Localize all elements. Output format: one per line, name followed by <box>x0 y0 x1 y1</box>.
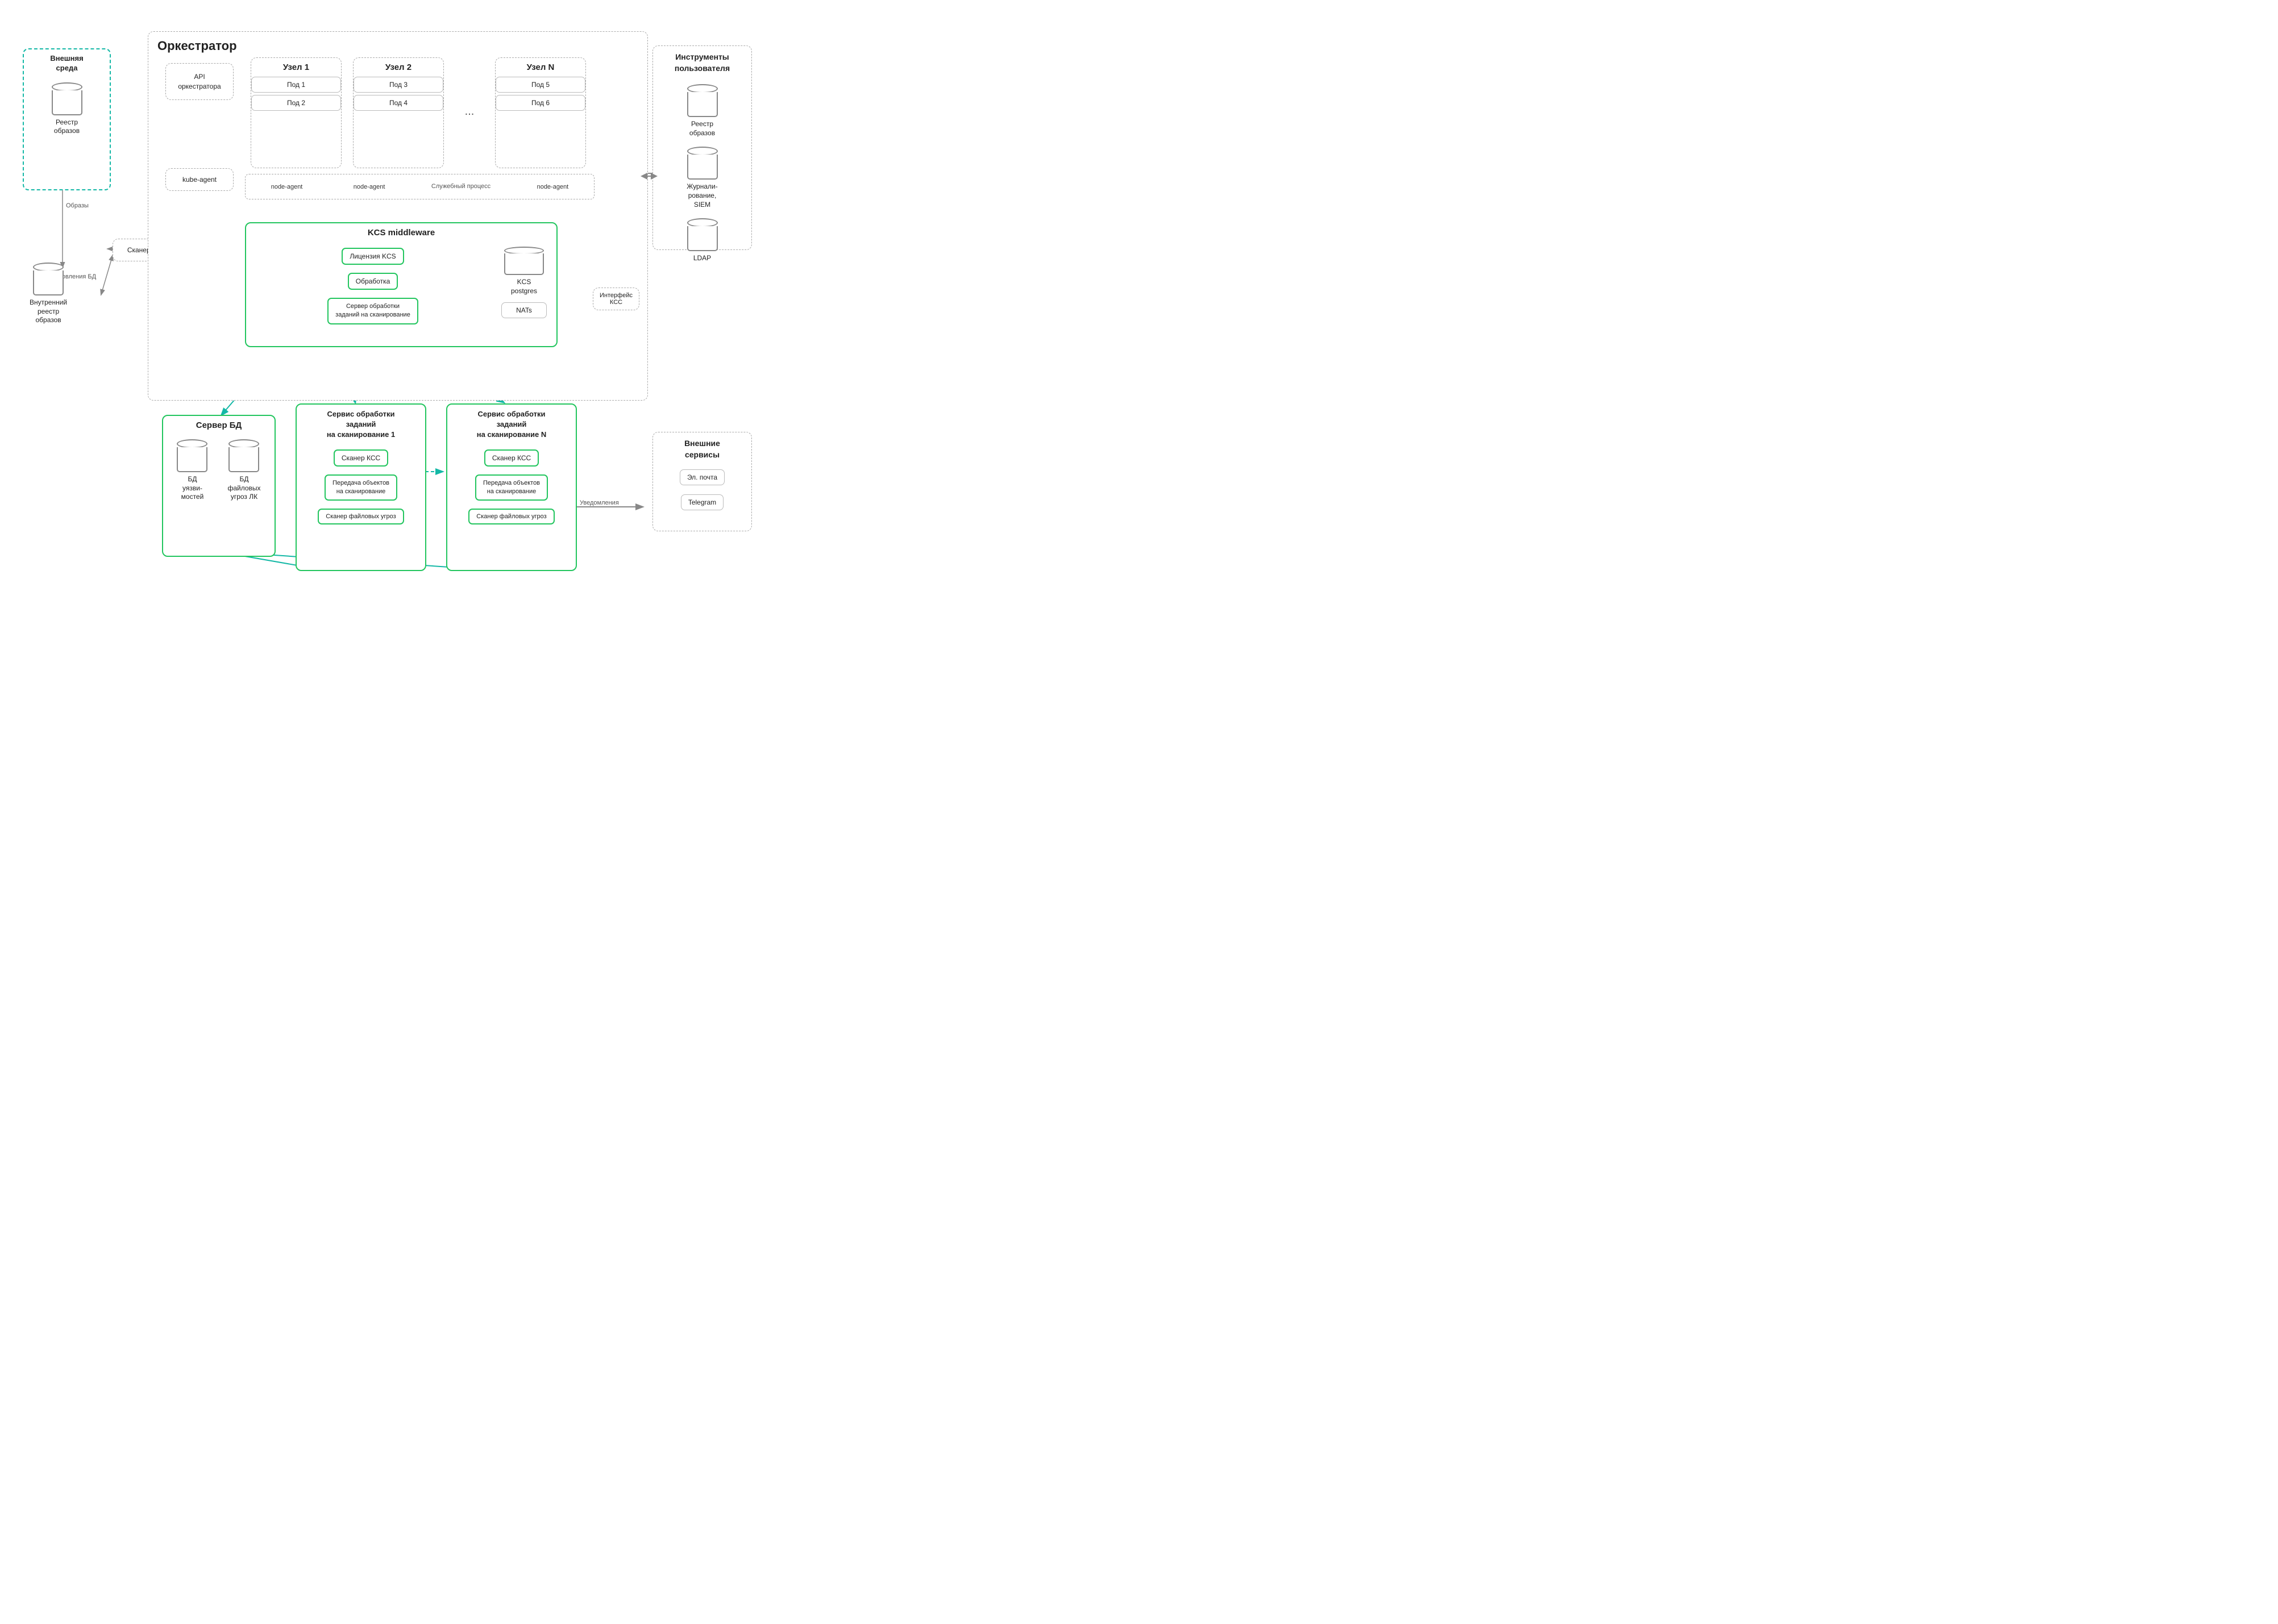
external-env-box: Внешняясреда Реестробразов <box>23 48 111 190</box>
telegram-label: Telegram <box>688 498 716 506</box>
bd-vulnerabilities-label: БДуязви-мостей <box>181 475 204 502</box>
external-env-title: Внешняясреда <box>24 49 110 76</box>
scan1-kcs-label: Сканер КСС <box>342 454 380 462</box>
internal-registry-cylinder: Внутреннийреестробразов <box>30 261 67 325</box>
scanN-kcs-label: Сканер КСС <box>492 454 531 462</box>
service-process-label: Служебный процесс <box>431 182 490 190</box>
email-box: Эл. почта <box>680 469 725 485</box>
api-orchestrator-box: APIоркестратора <box>165 63 234 100</box>
images-label: Образы <box>66 202 89 209</box>
kcs-middleware-box: KCS middleware Лицензия KCS Обработка Се… <box>245 222 558 347</box>
scan-service-n-box: Сервис обработкизаданийна сканирование N… <box>446 403 577 571</box>
scan-service-1-box: Сервис обработкизаданийна сканирование 1… <box>296 403 426 571</box>
scanN-kcs-scanner: Сканер КСС <box>484 449 539 467</box>
license-kcs-label: Лицензия KCS <box>350 252 396 260</box>
nodeN-box: Узел N Под 5 Под 6 <box>495 57 586 168</box>
kcs-postgres-cylinder: KCSpostgres <box>504 245 544 295</box>
scan1-transfer: Передача объектовна сканирование <box>325 474 397 501</box>
node2-title: Узел 2 <box>354 58 443 74</box>
pod6-label: Под 6 <box>531 99 550 107</box>
tools-logging-label: Журнали-рование,SIEM <box>687 182 718 209</box>
pod4-box: Под 4 <box>354 95 443 111</box>
user-tools-title: Инструментыпользователя <box>653 46 751 77</box>
scanN-transfer: Передача объектовна сканирование <box>475 474 548 501</box>
tools-registry: Реестробразов <box>687 83 718 138</box>
diagram-root: Образы Обновления БД Rest API Rest API R… <box>17 17 779 563</box>
nats-box: NATs <box>501 302 547 318</box>
pod5-box: Под 5 <box>496 77 585 93</box>
bd-file-threats-cylinder: БДфайловыхугроз ЛК <box>227 438 260 502</box>
license-kcs-box: Лицензия KCS <box>342 248 404 265</box>
tools-ldap: LDAP <box>687 217 718 263</box>
user-tools-arrow <box>641 170 658 182</box>
kcs-middleware-title: KCS middleware <box>246 223 556 240</box>
tools-registry-label: Реестробразов <box>689 120 715 138</box>
bidirectional-arrow-svg <box>641 170 658 182</box>
kube-agent-box: kube-agent <box>165 168 234 191</box>
telegram-box: Telegram <box>681 494 724 510</box>
scanN-file-scanner: Сканер файловых угроз <box>468 509 554 524</box>
kcs-postgres-label: KCSpostgres <box>511 278 537 295</box>
email-label: Эл. почта <box>687 473 717 481</box>
kube-agent-label: kube-agent <box>182 176 217 184</box>
scanN-file-scanner-label: Сканер файловых угроз <box>476 513 546 520</box>
scan1-transfer-label: Передача объектовна сканирование <box>332 480 389 495</box>
node1-box: Узел 1 Под 1 Под 2 <box>251 57 342 168</box>
node-agent-3-label: node-agent <box>533 184 573 190</box>
api-orchestrator-label: APIоркестратора <box>178 72 221 91</box>
external-registry-label: Реестробразов <box>54 118 80 136</box>
node2-box: Узел 2 Под 3 Под 4 <box>353 57 444 168</box>
scan-task-server-box: Сервер обработкизаданий на сканирование <box>327 298 418 324</box>
pod6-box: Под 6 <box>496 95 585 111</box>
user-tools-box: Инструментыпользователя Реестробразов Жу… <box>652 45 752 250</box>
external-services-title: Внешниесервисы <box>653 432 751 463</box>
scanN-transfer-label: Передача объектовна сканирование <box>483 480 540 495</box>
nodeN-title: Узел N <box>496 58 585 74</box>
scan-service-n-title: Сервис обработкизаданийна сканирование N <box>447 405 576 443</box>
dots: ... <box>455 94 484 128</box>
orchestrator-title: Оркестратор <box>148 32 647 57</box>
node-agents-row: node-agent node-agent Служебный процесс … <box>245 174 595 199</box>
node-agent-2-label: node-agent <box>349 184 390 190</box>
pod5-label: Под 5 <box>531 81 550 89</box>
node-agent-1-label: node-agent <box>267 184 307 190</box>
pod3-label: Под 3 <box>389 81 408 89</box>
scan1-file-scanner-label: Сканер файловых угроз <box>326 513 396 520</box>
processing-box: Обработка <box>348 273 398 290</box>
internal-registry-label: Внутреннийреестробразов <box>30 298 67 325</box>
scan-task-server-label: Сервер обработкизаданий на сканирование <box>335 303 410 318</box>
processing-label: Обработка <box>356 277 390 285</box>
scan1-file-scanner: Сканер файловых угроз <box>318 509 404 524</box>
bd-file-threats-label: БДфайловыхугроз ЛК <box>227 475 260 502</box>
bd-vulnerabilities-cylinder: БДуязви-мостей <box>177 438 207 502</box>
server-bd-box: Сервер БД БДуязви-мостей БДфайловыхугроз… <box>162 415 276 557</box>
pod3-box: Под 3 <box>354 77 443 93</box>
tools-registry-cylinder: Реестробразов <box>687 83 718 138</box>
external-services-box: Внешниесервисы Эл. почта Telegram <box>652 432 752 531</box>
pod1-label: Под 1 <box>287 81 305 89</box>
kcs-interface-box: Интерфейс КСС <box>593 288 639 310</box>
tools-ldap-label: LDAP <box>693 254 711 263</box>
server-bd-title: Сервер БД <box>163 416 275 432</box>
tools-ldap-cylinder: LDAP <box>687 217 718 263</box>
pod1-box: Под 1 <box>251 77 341 93</box>
orchestrator-box: Оркестратор APIоркестратора kube-agent У… <box>148 31 648 401</box>
node1-title: Узел 1 <box>251 58 341 74</box>
internal-registry-container: Внутреннийреестробразов <box>30 261 67 325</box>
nats-label: NATs <box>516 306 532 314</box>
scan-service-1-title: Сервис обработкизаданийна сканирование 1 <box>297 405 425 443</box>
tools-logging: Журнали-рование,SIEM <box>687 145 718 209</box>
pod2-box: Под 2 <box>251 95 341 111</box>
pod2-label: Под 2 <box>287 99 305 107</box>
pod4-label: Под 4 <box>389 99 408 107</box>
kcs-interface-label: Интерфейс КСС <box>593 292 639 306</box>
external-registry-cylinder: Реестробразов <box>52 81 82 136</box>
notifications-label: Уведомления <box>580 499 619 506</box>
tools-logging-cylinder: Журнали-рование,SIEM <box>687 145 718 209</box>
scan1-kcs-scanner: Сканер КСС <box>334 449 388 467</box>
